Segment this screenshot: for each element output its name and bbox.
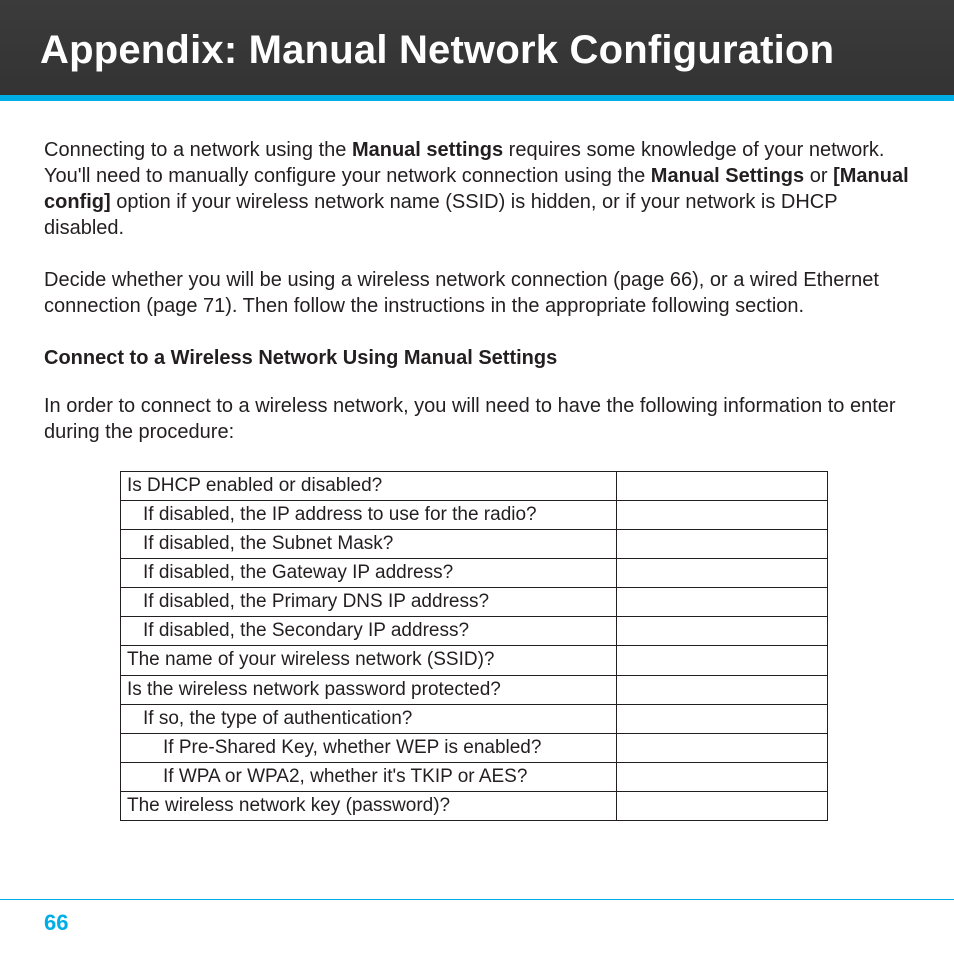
header-band: Appendix: Manual Network Configuration	[0, 0, 954, 101]
table-row: If disabled, the IP address to use for t…	[121, 501, 828, 530]
content-body: Connecting to a network using the Manual…	[0, 101, 954, 821]
table-cell-value	[617, 472, 828, 501]
table-cell-question: If disabled, the IP address to use for t…	[121, 501, 617, 530]
table-cell-question: If disabled, the Subnet Mask?	[121, 530, 617, 559]
table-cell-question: If disabled, the Primary DNS IP address?	[121, 588, 617, 617]
table-row: Is the wireless network password protect…	[121, 675, 828, 704]
table-row: The name of your wireless network (SSID)…	[121, 646, 828, 675]
table-row: If disabled, the Subnet Mask?	[121, 530, 828, 559]
table-row: If WPA or WPA2, whether it's TKIP or AES…	[121, 762, 828, 791]
text: If disabled, the Gateway IP address?	[127, 560, 610, 585]
text: If disabled, the Subnet Mask?	[127, 531, 610, 556]
text: If disabled, the IP address to use for t…	[127, 502, 610, 527]
table-cell-value	[617, 617, 828, 646]
table-cell-question: If WPA or WPA2, whether it's TKIP or AES…	[121, 762, 617, 791]
table-row: Is DHCP enabled or disabled?	[121, 472, 828, 501]
table-cell-value	[617, 501, 828, 530]
page-number: 66	[44, 910, 68, 935]
table-cell-value	[617, 762, 828, 791]
table-cell-value	[617, 675, 828, 704]
table-cell-question: If so, the type of authentication?	[121, 704, 617, 733]
text: Connecting to a network using the	[44, 139, 352, 161]
table-row: If disabled, the Secondary IP address?	[121, 617, 828, 646]
table-cell-question: If disabled, the Secondary IP address?	[121, 617, 617, 646]
text: or	[804, 165, 833, 187]
info-table: Is DHCP enabled or disabled? If disabled…	[120, 471, 828, 821]
table-cell-question: Is DHCP enabled or disabled?	[121, 472, 617, 501]
table-cell-question: Is the wireless network password protect…	[121, 675, 617, 704]
bold-manual-settings: Manual settings	[352, 139, 503, 161]
text: If disabled, the Secondary IP address?	[127, 618, 610, 643]
page-title: Appendix: Manual Network Configuration	[40, 28, 914, 73]
page-footer: 66	[0, 899, 954, 954]
bold-manual-settings-2: Manual Settings	[651, 165, 804, 187]
table-row: If so, the type of authentication?	[121, 704, 828, 733]
section-heading: Connect to a Wireless Network Using Manu…	[44, 345, 910, 371]
table-row: If disabled, the Gateway IP address?	[121, 559, 828, 588]
table-row: The wireless network key (password)?	[121, 791, 828, 820]
table-row: If Pre-Shared Key, whether WEP is enable…	[121, 733, 828, 762]
table-cell-question: The wireless network key (password)?	[121, 791, 617, 820]
table-cell-question: The name of your wireless network (SSID)…	[121, 646, 617, 675]
table-cell-value	[617, 704, 828, 733]
table-cell-value	[617, 733, 828, 762]
text: If WPA or WPA2, whether it's TKIP or AES…	[127, 764, 610, 789]
table-cell-value	[617, 791, 828, 820]
table-cell-value	[617, 588, 828, 617]
table-cell-value	[617, 559, 828, 588]
intro-paragraph-1: Connecting to a network using the Manual…	[44, 137, 910, 241]
text: If disabled, the Primary DNS IP address?	[127, 589, 610, 614]
table-cell-question: If disabled, the Gateway IP address?	[121, 559, 617, 588]
text: If so, the type of authentication?	[127, 706, 610, 731]
table-cell-value	[617, 646, 828, 675]
text: option if your wireless network name (SS…	[44, 191, 837, 239]
table-cell-question: If Pre-Shared Key, whether WEP is enable…	[121, 733, 617, 762]
text: If Pre-Shared Key, whether WEP is enable…	[127, 735, 610, 760]
intro-paragraph-2: Decide whether you will be using a wirel…	[44, 267, 910, 319]
intro-paragraph-3: In order to connect to a wireless networ…	[44, 393, 910, 445]
network-info-table: Is DHCP enabled or disabled? If disabled…	[120, 471, 828, 821]
table-cell-value	[617, 530, 828, 559]
table-row: If disabled, the Primary DNS IP address?	[121, 588, 828, 617]
